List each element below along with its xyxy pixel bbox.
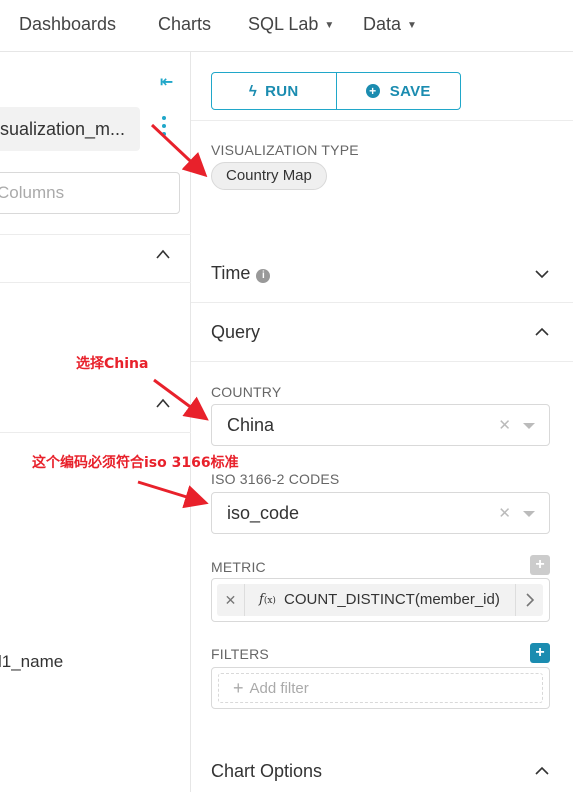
filters-control: + Add filter <box>211 667 550 709</box>
control-panel: ϟ RUN + SAVE VISUALIZATION TYPE Country Ma… <box>191 52 573 792</box>
iso-codes-label: ISO 3166-2 CODES <box>211 471 340 487</box>
viz-type-selector[interactable]: Country Map <box>211 162 327 190</box>
chevron-right-icon[interactable] <box>515 584 543 616</box>
annotation-select-china: 选择China <box>76 356 149 372</box>
caret-down-icon: ▼ <box>324 19 335 31</box>
collapse-panel-icon[interactable]: ⇤ <box>160 72 173 92</box>
dataset-panel: ⇤ isualization_m... Columns l1_name <box>0 52 191 792</box>
column-item[interactable]: l1_name <box>0 652 63 672</box>
clear-icon[interactable]: ✕ <box>498 504 511 522</box>
divider <box>0 432 191 433</box>
chevron-up-icon[interactable] <box>534 763 550 779</box>
search-columns-input[interactable]: Columns <box>0 172 180 214</box>
annotation-iso-note: 这个编码必须符合iso 3166标准 <box>32 455 239 471</box>
kebab-menu-icon[interactable] <box>159 114 169 140</box>
country-select[interactable]: China ✕ <box>211 404 550 446</box>
metric-pill[interactable]: ✕ f(x) COUNT_DISTINCT(member_id) <box>217 584 543 616</box>
add-metric-button[interactable]: + <box>530 555 550 575</box>
section-chart-options[interactable]: Chart Options <box>211 761 322 782</box>
lightning-icon: ϟ <box>248 82 258 100</box>
add-filter-dropzone[interactable]: + Add filter <box>218 673 543 703</box>
divider <box>191 302 573 303</box>
remove-metric-icon[interactable]: ✕ <box>217 584 245 616</box>
function-icon: f(x) <box>259 592 276 607</box>
info-icon[interactable]: i <box>256 269 271 283</box>
plus-circle-icon: + <box>365 84 380 98</box>
caret-down-icon[interactable] <box>523 423 535 429</box>
divider <box>191 120 573 121</box>
section-time[interactable]: Time i <box>211 263 271 284</box>
dataset-name[interactable]: isualization_m... <box>0 107 140 151</box>
nav-dashboards[interactable]: Dashboards <box>19 14 116 35</box>
run-button[interactable]: ϟ RUN <box>212 73 336 109</box>
iso-codes-select[interactable]: iso_code ✕ <box>211 492 550 534</box>
divider <box>0 282 191 283</box>
nav-charts[interactable]: Charts <box>158 14 211 35</box>
save-button[interactable]: + SAVE <box>335 73 461 109</box>
country-label: COUNTRY <box>211 384 282 400</box>
caret-down-icon[interactable] <box>523 511 535 517</box>
metric-control: ✕ f(x) COUNT_DISTINCT(member_id) <box>211 578 550 622</box>
clear-icon[interactable]: ✕ <box>498 416 511 434</box>
viz-type-label: VISUALIZATION TYPE <box>211 142 359 158</box>
plus-icon: + <box>233 678 244 698</box>
divider <box>0 234 191 235</box>
add-filter-button[interactable]: + <box>530 643 550 663</box>
run-save-group: ϟ RUN + SAVE <box>211 72 461 110</box>
filters-label: FILTERS <box>211 646 269 662</box>
divider <box>191 361 573 362</box>
chevron-up-icon[interactable] <box>534 324 550 340</box>
chevron-down-icon[interactable] <box>534 266 550 282</box>
nav-data[interactable]: Data ▼ <box>363 14 417 35</box>
metric-label: METRIC <box>211 559 266 575</box>
nav-sql-lab[interactable]: SQL Lab ▼ <box>248 14 334 35</box>
caret-down-icon: ▼ <box>407 19 417 31</box>
chevron-up-icon[interactable] <box>156 398 170 408</box>
top-nav: Dashboards Charts SQL Lab ▼ Data ▼ <box>0 0 573 52</box>
chevron-up-icon[interactable] <box>156 249 170 259</box>
section-query[interactable]: Query <box>211 322 260 343</box>
